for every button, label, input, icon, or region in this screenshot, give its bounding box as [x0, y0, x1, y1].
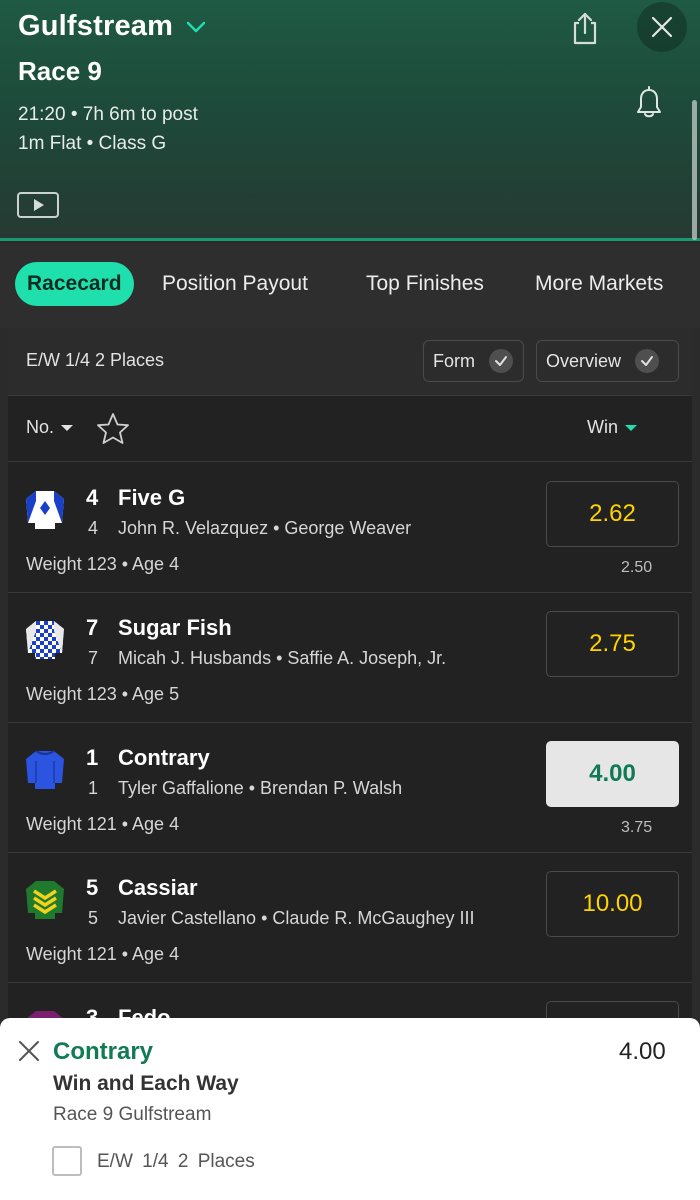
- jockey-silk-icon: [26, 750, 64, 789]
- sort-by-win[interactable]: Win: [587, 417, 638, 438]
- bet-race: Race 9 Gulfstream: [53, 1104, 212, 1125]
- share-icon[interactable]: [568, 10, 602, 46]
- star-icon[interactable]: [96, 412, 130, 446]
- race-time: 21:20 • 7h 6m to post: [18, 104, 198, 125]
- play-icon: [34, 199, 44, 211]
- tab-more-markets[interactable]: More Markets: [535, 262, 663, 306]
- bet-selection: Contrary: [53, 1038, 154, 1065]
- jockey-trainer: Micah J. Husbands • Saffie A. Joseph, Jr…: [118, 648, 447, 668]
- runner-number: 5: [86, 875, 99, 900]
- market-tabs: Racecard Position Payout Top Finishes Mo…: [0, 244, 700, 328]
- caret-down-icon: [625, 424, 637, 431]
- form-toggle[interactable]: Form: [423, 340, 524, 382]
- sort-win-label: Win: [587, 417, 618, 437]
- close-button[interactable]: [637, 2, 687, 52]
- runner-name: Five G: [118, 485, 186, 510]
- odds-button[interactable]: 2.62: [546, 481, 679, 547]
- odds-button-selected[interactable]: 4.00: [546, 741, 679, 807]
- sort-number-label: No.: [26, 417, 55, 437]
- race-title: Race 9: [18, 56, 102, 86]
- runner-number: 4: [86, 485, 99, 510]
- jockey-silk-icon: [26, 621, 64, 659]
- bet-type: Win and Each Way: [53, 1072, 239, 1095]
- runner-number: 1: [86, 745, 99, 770]
- venue-title: Gulfstream: [18, 10, 174, 42]
- jockey-trainer: Javier Castellano • Claude R. McGaughey …: [118, 908, 475, 928]
- runner-draw: 7: [88, 648, 99, 668]
- bell-icon[interactable]: [634, 86, 664, 120]
- each-way-terms: E/W 1/4 2 Places: [26, 350, 165, 370]
- form-label: Form: [433, 350, 475, 371]
- runner-row: 4 Five G 4 John R. Velazquez • George We…: [8, 463, 692, 593]
- runner-number: 7: [86, 615, 99, 640]
- jockey-silk-icon: [26, 491, 64, 529]
- odds-button[interactable]: 2.75: [546, 611, 679, 677]
- each-way-label: E/W 1/4 2 Places: [97, 1151, 255, 1172]
- previous-odds: 2.50: [621, 559, 653, 576]
- race-header: Gulfstream Race 9 21:20 • 7h 6m to post …: [0, 0, 700, 241]
- weight-age: Weight 123 • Age 4: [26, 554, 180, 574]
- tab-top-finishes[interactable]: Top Finishes: [366, 262, 484, 306]
- scrollbar[interactable]: [692, 100, 697, 240]
- check-icon: [635, 349, 660, 373]
- jockey-trainer: John R. Velazquez • George Weaver: [118, 518, 412, 538]
- jockey-trainer: Tyler Gaffalione • Brendan P. Walsh: [118, 778, 403, 798]
- close-icon: [651, 16, 673, 38]
- runner-name: Contrary: [118, 745, 210, 770]
- racecard: E/W 1/4 2 Places Form Overview No. Win 4…: [8, 328, 692, 1113]
- racecard-header: E/W 1/4 2 Places Form Overview: [8, 328, 692, 396]
- overview-toggle[interactable]: Overview: [536, 340, 679, 382]
- tab-position-payout[interactable]: Position Payout: [162, 262, 308, 306]
- venue-selector[interactable]: Gulfstream: [18, 10, 207, 43]
- previous-odds: 3.75: [621, 819, 653, 836]
- runner-row: 7 Sugar Fish 7 Micah J. Husbands • Saffi…: [8, 593, 692, 723]
- each-way-checkbox[interactable]: [52, 1146, 82, 1176]
- odds-button[interactable]: 10.00: [546, 871, 679, 937]
- weight-age: Weight 121 • Age 4: [26, 814, 180, 834]
- check-icon: [489, 349, 513, 373]
- runner-name: Cassiar: [118, 875, 198, 900]
- race-meta: 1m Flat • Class G: [18, 133, 167, 154]
- runner-name: Sugar Fish: [118, 615, 232, 640]
- bet-odds: 4.00: [619, 1038, 666, 1065]
- caret-down-icon: [61, 424, 74, 431]
- tab-racecard[interactable]: Racecard: [15, 262, 134, 306]
- overview-label: Overview: [546, 350, 622, 371]
- sort-by-number[interactable]: No.: [26, 417, 74, 438]
- bet-slip: Contrary 4.00 Win and Each Way Race 9 Gu…: [0, 1018, 700, 1200]
- sort-row: No. Win: [8, 396, 692, 462]
- weight-age: Weight 121 • Age 4: [26, 944, 180, 964]
- runner-draw: 1: [88, 778, 99, 798]
- chevron-down-icon: [186, 21, 206, 32]
- runner-row: 5 Cassiar 5 Javier Castellano • Claude R…: [8, 853, 692, 983]
- runner-draw: 5: [88, 908, 99, 928]
- jockey-silk-icon: [26, 881, 64, 919]
- video-button[interactable]: [17, 192, 59, 218]
- close-icon[interactable]: [18, 1040, 40, 1062]
- runner-draw: 4: [88, 518, 99, 538]
- runner-row: 1 Contrary 1 Tyler Gaffalione • Brendan …: [8, 723, 692, 853]
- weight-age: Weight 123 • Age 5: [26, 684, 180, 704]
